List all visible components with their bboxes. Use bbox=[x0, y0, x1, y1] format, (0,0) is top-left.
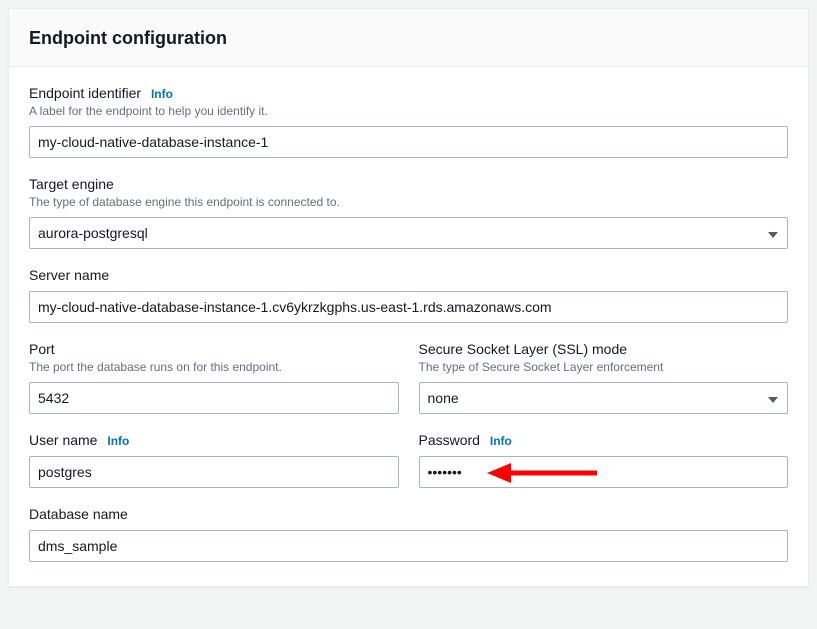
password-input[interactable] bbox=[419, 456, 789, 488]
field-port: Port The port the database runs on for t… bbox=[29, 341, 399, 414]
endpoint-configuration-panel: Endpoint configuration Endpoint identifi… bbox=[8, 8, 809, 587]
user-name-label: User name bbox=[29, 432, 97, 448]
port-help: The port the database runs on for this e… bbox=[29, 359, 399, 376]
password-info-link[interactable]: Info bbox=[490, 434, 512, 448]
target-engine-label: Target engine bbox=[29, 176, 114, 192]
row-user-password: User name Info Password Info bbox=[29, 432, 788, 488]
field-label-row: Password Info bbox=[419, 432, 789, 448]
server-name-input[interactable] bbox=[29, 291, 788, 323]
target-engine-help: The type of database engine this endpoin… bbox=[29, 194, 788, 211]
field-database-name: Database name bbox=[29, 506, 788, 562]
endpoint-identifier-help: A label for the endpoint to help you ide… bbox=[29, 103, 788, 120]
port-label: Port bbox=[29, 341, 55, 357]
password-label: Password bbox=[419, 432, 480, 448]
field-label-row: User name Info bbox=[29, 432, 399, 448]
database-name-label: Database name bbox=[29, 506, 128, 522]
endpoint-identifier-label: Endpoint identifier bbox=[29, 85, 141, 101]
field-target-engine: Target engine The type of database engin… bbox=[29, 176, 788, 249]
ssl-mode-help: The type of Secure Socket Layer enforcem… bbox=[419, 359, 789, 376]
field-ssl-mode: Secure Socket Layer (SSL) mode The type … bbox=[419, 341, 789, 414]
field-label-row: Server name bbox=[29, 267, 788, 283]
field-label-row: Port bbox=[29, 341, 399, 357]
ssl-mode-select-value: none bbox=[419, 382, 789, 414]
target-engine-select-value: aurora-postgresql bbox=[29, 217, 788, 249]
ssl-mode-label: Secure Socket Layer (SSL) mode bbox=[419, 341, 628, 357]
field-label-row: Database name bbox=[29, 506, 788, 522]
endpoint-identifier-info-link[interactable]: Info bbox=[151, 87, 173, 101]
target-engine-select[interactable]: aurora-postgresql bbox=[29, 217, 788, 249]
panel-title: Endpoint configuration bbox=[29, 27, 788, 50]
field-label-row: Target engine bbox=[29, 176, 788, 192]
server-name-label: Server name bbox=[29, 267, 109, 283]
panel-body: Endpoint identifier Info A label for the… bbox=[9, 67, 808, 585]
field-endpoint-identifier: Endpoint identifier Info A label for the… bbox=[29, 85, 788, 158]
user-name-input[interactable] bbox=[29, 456, 399, 488]
endpoint-identifier-input[interactable] bbox=[29, 126, 788, 158]
field-label-row: Endpoint identifier Info bbox=[29, 85, 788, 101]
user-name-info-link[interactable]: Info bbox=[107, 434, 129, 448]
field-user-name: User name Info bbox=[29, 432, 399, 488]
panel-header: Endpoint configuration bbox=[9, 9, 808, 67]
port-input[interactable] bbox=[29, 382, 399, 414]
field-label-row: Secure Socket Layer (SSL) mode bbox=[419, 341, 789, 357]
field-password: Password Info bbox=[419, 432, 789, 488]
row-port-ssl: Port The port the database runs on for t… bbox=[29, 341, 788, 414]
database-name-input[interactable] bbox=[29, 530, 788, 562]
field-server-name: Server name bbox=[29, 267, 788, 323]
ssl-mode-select[interactable]: none bbox=[419, 382, 789, 414]
